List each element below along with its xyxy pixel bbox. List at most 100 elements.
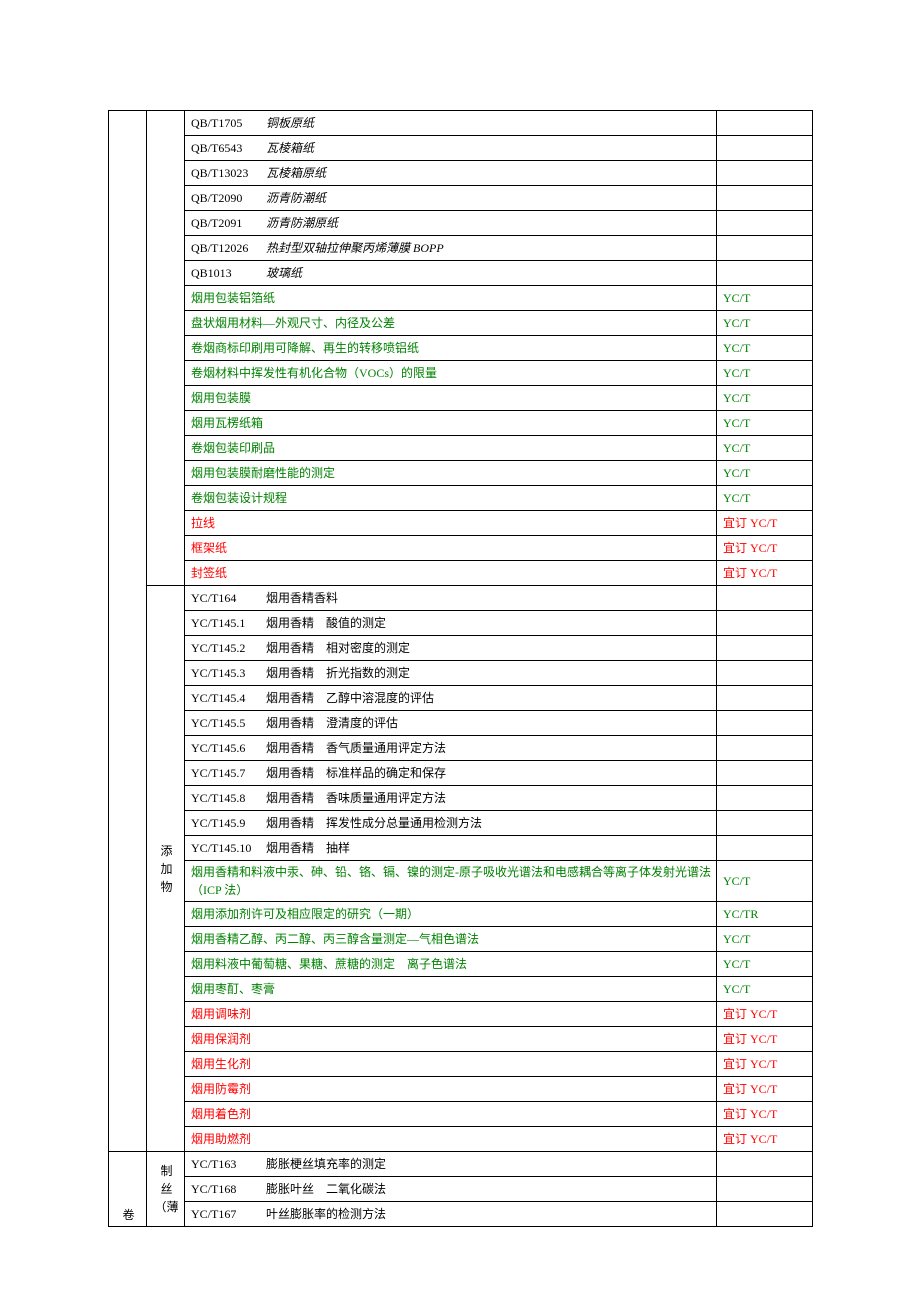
note-cell [717, 686, 813, 711]
table-row: 烟用包装膜耐磨性能的测定YC/T [109, 461, 813, 486]
desc-cell: 卷烟材料中挥发性有机化合物（VOCs）的限量 [185, 361, 717, 386]
col1-juan: 卷 [109, 1152, 147, 1227]
desc-cell: YC/T145.3 烟用香精 折光指数的测定 [185, 661, 717, 686]
table-row: QB/T2091 沥青防潮原纸 [109, 211, 813, 236]
desc-cell: 烟用防霉剂 [185, 1077, 717, 1102]
desc-cell: YC/T145.5 烟用香精 澄清度的评估 [185, 711, 717, 736]
desc-cell: YC/T167 叶丝膨胀率的检测方法 [185, 1202, 717, 1227]
table-row: QB/T12026 热封型双轴拉伸聚丙烯薄膜 BOPP [109, 236, 813, 261]
note-cell: YC/T [717, 486, 813, 511]
note-cell [717, 186, 813, 211]
desc-cell: QB/T13023 瓦棱箱原纸 [185, 161, 717, 186]
desc-cell: 烟用保润剂 [185, 1027, 717, 1052]
note-cell [717, 611, 813, 636]
desc-cell: 烟用包装铝箔纸 [185, 286, 717, 311]
desc-cell: QB/T6543 瓦棱箱纸 [185, 136, 717, 161]
table-row: 卷烟包装设计规程YC/T [109, 486, 813, 511]
note-cell [717, 211, 813, 236]
note-cell [717, 811, 813, 836]
desc-cell: YC/T145.4 烟用香精 乙醇中溶混度的评估 [185, 686, 717, 711]
col1-cell [109, 111, 147, 1152]
table-row: YC/T145.8 烟用香精 香味质量通用评定方法 [109, 786, 813, 811]
table-row: QB1013 玻璃纸 [109, 261, 813, 286]
note-cell: 宜订 YC/T [717, 1002, 813, 1027]
table-row: 烟用生化剂宜订 YC/T [109, 1052, 813, 1077]
note-cell [717, 736, 813, 761]
table-row: YC/T145.5 烟用香精 澄清度的评估 [109, 711, 813, 736]
note-cell [717, 261, 813, 286]
table-row: 烟用香精乙醇、丙二醇、丙三醇含量测定—气相色谱法YC/T [109, 927, 813, 952]
table-row: 烟用调味剂宜订 YC/T [109, 1002, 813, 1027]
table-row: 卷烟包装印刷品YC/T [109, 436, 813, 461]
table-row: YC/T145.7 烟用香精 标准样品的确定和保存 [109, 761, 813, 786]
page: QB/T1705 铜板原纸QB/T6543 瓦棱箱纸QB/T13023 瓦棱箱原… [0, 0, 920, 1302]
note-cell: 宜订 YC/T [717, 536, 813, 561]
note-cell: YC/T [717, 436, 813, 461]
desc-cell: 烟用香精和料液中汞、砷、铅、铬、镉、镍的测定-原子吸收光谱法和电感耦合等离子体发… [185, 861, 717, 902]
desc-cell: QB/T12026 热封型双轴拉伸聚丙烯薄膜 BOPP [185, 236, 717, 261]
table-row: 烟用包装铝箔纸YC/T [109, 286, 813, 311]
note-cell [717, 1177, 813, 1202]
table-row: YC/T145.6 烟用香精 香气质量通用评定方法 [109, 736, 813, 761]
note-cell [717, 786, 813, 811]
table-row: 烟用保润剂宜订 YC/T [109, 1027, 813, 1052]
note-cell: 宜订 YC/T [717, 561, 813, 586]
desc-cell: 卷烟商标印刷用可降解、再生的转移喷铝纸 [185, 336, 717, 361]
desc-cell: YC/T163 膨胀梗丝填充率的测定 [185, 1152, 717, 1177]
note-cell: 宜订 YC/T [717, 1127, 813, 1152]
table-row: 卷烟材料中挥发性有机化合物（VOCs）的限量YC/T [109, 361, 813, 386]
note-cell: 宜订 YC/T [717, 511, 813, 536]
table-row: YC/T145.2 烟用香精 相对密度的测定 [109, 636, 813, 661]
desc-cell: 烟用枣酊、枣膏 [185, 977, 717, 1002]
note-cell [717, 586, 813, 611]
table-row: QB/T13023 瓦棱箱原纸 [109, 161, 813, 186]
table-row: YC/T145.9 烟用香精 挥发性成分总量通用检测方法 [109, 811, 813, 836]
desc-cell: YC/T168 膨胀叶丝 二氧化碳法 [185, 1177, 717, 1202]
desc-cell: YC/T145.1 烟用香精 酸值的测定 [185, 611, 717, 636]
note-cell [717, 161, 813, 186]
desc-cell: QB1013 玻璃纸 [185, 261, 717, 286]
table-row: 烟用瓦楞纸箱YC/T [109, 411, 813, 436]
desc-cell: YC/T164 烟用香精香料 [185, 586, 717, 611]
table-row: QB/T2090 沥青防潮纸 [109, 186, 813, 211]
desc-cell: 烟用料液中葡萄糖、果糖、蔗糖的测定 离子色谱法 [185, 952, 717, 977]
note-cell: YC/T [717, 461, 813, 486]
table-row: 烟用香精和料液中汞、砷、铅、铬、镉、镍的测定-原子吸收光谱法和电感耦合等离子体发… [109, 861, 813, 902]
desc-cell: 烟用添加剂许可及相应限定的研究（一期） [185, 902, 717, 927]
table-row: QB/T6543 瓦棱箱纸 [109, 136, 813, 161]
desc-cell: 封签纸 [185, 561, 717, 586]
table-row: YC/T145.1 烟用香精 酸值的测定 [109, 611, 813, 636]
standards-table: QB/T1705 铜板原纸QB/T6543 瓦棱箱纸QB/T13023 瓦棱箱原… [108, 110, 813, 1227]
table-row: 添加物YC/T164 烟用香精香料 [109, 586, 813, 611]
desc-cell: YC/T145.9 烟用香精 挥发性成分总量通用检测方法 [185, 811, 717, 836]
note-cell: YC/T [717, 336, 813, 361]
note-cell [717, 761, 813, 786]
table-row: 烟用枣酊、枣膏YC/T [109, 977, 813, 1002]
table-row: 烟用着色剂宜订 YC/T [109, 1102, 813, 1127]
table-row: 拉线宜订 YC/T [109, 511, 813, 536]
note-cell [717, 1202, 813, 1227]
desc-cell: 卷烟包装印刷品 [185, 436, 717, 461]
col2-cell [147, 111, 185, 586]
desc-cell: QB/T1705 铜板原纸 [185, 111, 717, 136]
desc-cell: 烟用香精乙醇、丙二醇、丙三醇含量测定—气相色谱法 [185, 927, 717, 952]
desc-cell: 卷烟包装设计规程 [185, 486, 717, 511]
note-cell [717, 1152, 813, 1177]
table-row: 烟用包装膜YC/T [109, 386, 813, 411]
note-cell: 宜订 YC/T [717, 1027, 813, 1052]
table-row: QB/T1705 铜板原纸 [109, 111, 813, 136]
desc-cell: YC/T145.6 烟用香精 香气质量通用评定方法 [185, 736, 717, 761]
desc-cell: QB/T2091 沥青防潮原纸 [185, 211, 717, 236]
desc-cell: 框架纸 [185, 536, 717, 561]
desc-cell: YC/T145.8 烟用香精 香味质量通用评定方法 [185, 786, 717, 811]
table-row: 烟用料液中葡萄糖、果糖、蔗糖的测定 离子色谱法YC/T [109, 952, 813, 977]
note-cell [717, 636, 813, 661]
desc-cell: 盘状烟用材料—外观尺寸、内径及公差 [185, 311, 717, 336]
table-row: YC/T145.4 烟用香精 乙醇中溶混度的评估 [109, 686, 813, 711]
desc-cell: QB/T2090 沥青防潮纸 [185, 186, 717, 211]
note-cell: 宜订 YC/T [717, 1077, 813, 1102]
note-cell: YC/T [717, 861, 813, 902]
col2-zhisi: 制丝（薄 [147, 1152, 185, 1227]
note-cell [717, 836, 813, 861]
table-row: 封签纸宜订 YC/T [109, 561, 813, 586]
